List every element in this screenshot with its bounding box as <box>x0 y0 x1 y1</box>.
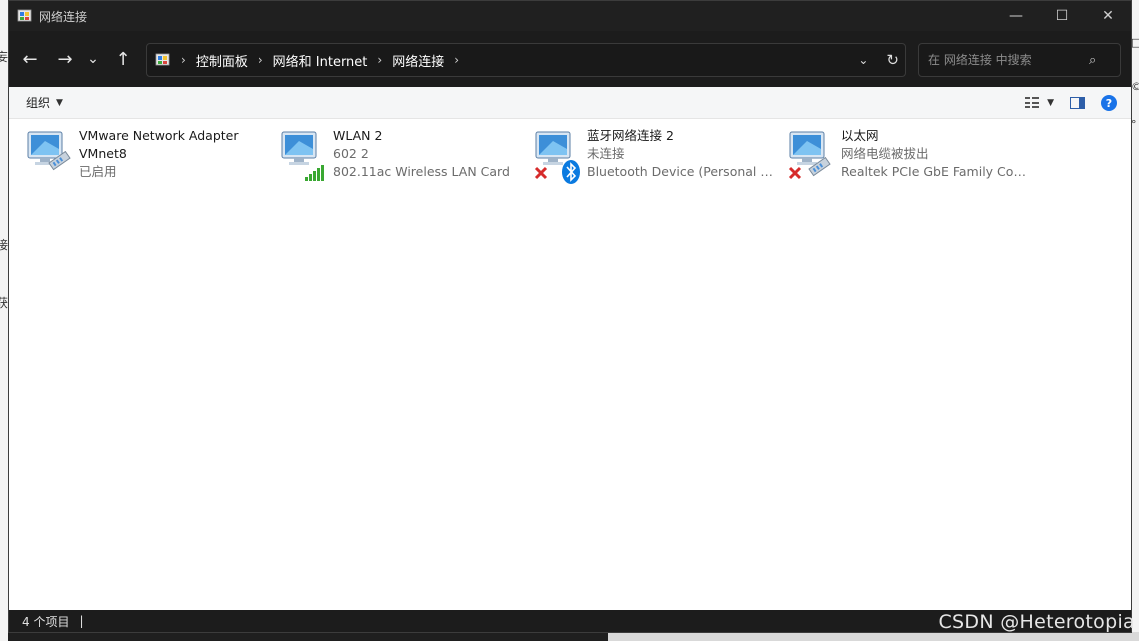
chevron-right-icon[interactable]: › <box>181 53 186 67</box>
up-button[interactable]: ↑ <box>108 44 138 74</box>
background-taskbar <box>8 632 1139 641</box>
preview-pane-icon[interactable] <box>1070 97 1085 109</box>
dropdown-arrow-icon: ▼ <box>56 97 63 108</box>
title-bar[interactable]: 网络连接 — ☐ ✕ <box>9 1 1131 31</box>
help-icon[interactable]: ? <box>1101 95 1117 111</box>
breadcrumb-network-internet[interactable]: 网络和 Internet <box>273 51 368 70</box>
connection-name: WLAN 2 <box>333 128 383 143</box>
breadcrumb-control-panel[interactable]: 控制面板 <box>196 51 248 70</box>
watermark-text: CSDN @Heterotopia <box>938 611 1135 633</box>
recent-locations-button[interactable]: ⌄ <box>80 44 106 74</box>
connection-network: 602 2 <box>333 146 369 161</box>
connection-details: WLAN 2 602 2 802.11ac Wireless LAN Card <box>333 127 510 185</box>
organize-label: 组织 <box>26 96 51 110</box>
background-window-right: □ © ° <box>1131 0 1139 641</box>
connection-device: Realtek PCIe GbE Family Contr... <box>841 164 1031 179</box>
connection-details: 以太网 网络电缆被拔出 Realtek PCIe GbE Family Cont… <box>841 127 1031 185</box>
address-actions: ⌄ ↻ <box>858 44 899 76</box>
status-separator: | <box>79 614 84 628</box>
connection-network: VMnet8 <box>79 146 127 161</box>
refresh-icon[interactable]: ↻ <box>886 51 899 69</box>
command-bar: 组织 ▼ ▼ ? <box>9 87 1131 119</box>
bg-fragment: □ <box>1131 36 1139 49</box>
connection-item-bluetooth[interactable]: 蓝牙网络连接 2 未连接 Bluetooth Device (Personal … <box>533 127 787 185</box>
maximize-button[interactable]: ☐ <box>1039 1 1085 31</box>
window-title: 网络连接 <box>39 9 88 24</box>
ethernet-adapter-icon <box>787 127 839 185</box>
forward-button[interactable]: → <box>50 44 80 74</box>
bg-fragment: © <box>1131 80 1139 93</box>
search-icon[interactable]: ⌕ <box>1089 53 1096 68</box>
connection-device: Bluetooth Device (Personal Ar... <box>587 164 777 179</box>
chevron-right-icon[interactable]: › <box>258 53 263 67</box>
control-panel-icon <box>155 53 170 66</box>
navigation-bar: ← → ⌄ ↑ › 控制面板 › 网络和 Internet › 网络连接 › ⌄… <box>9 31 1131 87</box>
breadcrumb-network-connections[interactable]: 网络连接 <box>392 51 444 70</box>
connections-list: VMware Network Adapter VMnet8 已启用 WLAN 2… <box>9 119 1131 609</box>
connection-item-wlan[interactable]: WLAN 2 602 2 802.11ac Wireless LAN Card <box>279 127 533 185</box>
connection-status: 网络电缆被拔出 <box>841 146 929 161</box>
background-window-left: 妄 接 获 <box>0 0 8 641</box>
connection-status: 未连接 <box>587 146 625 161</box>
explorer-window: 网络连接 — ☐ ✕ ← → ⌄ ↑ › 控制面板 › 网络和 Internet… <box>8 0 1132 633</box>
chevron-right-icon[interactable]: › <box>454 53 459 67</box>
window-controls: — ☐ ✕ <box>993 1 1131 31</box>
back-button[interactable]: ← <box>15 44 45 74</box>
connection-name: 蓝牙网络连接 2 <box>587 128 674 143</box>
connection-item-vmware[interactable]: VMware Network Adapter VMnet8 已启用 <box>25 127 279 185</box>
connection-name: VMware Network Adapter <box>79 128 239 143</box>
control-panel-icon <box>17 9 32 22</box>
connection-device: 802.11ac Wireless LAN Card <box>333 164 510 179</box>
chevron-down-icon[interactable]: ⌄ <box>858 53 868 67</box>
bg-fragment: 妄 <box>0 50 8 64</box>
connection-item-ethernet[interactable]: 以太网 网络电缆被拔出 Realtek PCIe GbE Family Cont… <box>787 127 1041 185</box>
search-input[interactable] <box>919 53 1089 67</box>
connection-details: VMware Network Adapter VMnet8 已启用 <box>79 127 239 185</box>
search-box[interactable]: ⌕ <box>918 43 1121 77</box>
bluetooth-adapter-icon <box>533 127 585 185</box>
organize-menu[interactable]: 组织 ▼ <box>26 94 63 111</box>
minimize-button[interactable]: — <box>993 1 1039 31</box>
chevron-right-icon[interactable]: › <box>377 53 382 67</box>
close-button[interactable]: ✕ <box>1085 1 1131 31</box>
change-view-icon[interactable] <box>1025 97 1040 109</box>
connection-details: 蓝牙网络连接 2 未连接 Bluetooth Device (Personal … <box>587 127 777 185</box>
view-dropdown-arrow-icon[interactable]: ▼ <box>1047 98 1054 108</box>
address-bar[interactable]: › 控制面板 › 网络和 Internet › 网络连接 › ⌄ ↻ <box>146 43 906 77</box>
connection-status: 已启用 <box>79 164 117 179</box>
network-adapter-icon <box>25 127 77 185</box>
connection-name: 以太网 <box>841 128 879 143</box>
bg-fragment: 获 <box>0 296 8 310</box>
wifi-adapter-icon <box>279 127 331 185</box>
bg-fragment: 接 <box>0 238 8 252</box>
item-count: 4 个项目 <box>22 614 70 629</box>
command-bar-right: ▼ ? <box>1025 87 1117 119</box>
